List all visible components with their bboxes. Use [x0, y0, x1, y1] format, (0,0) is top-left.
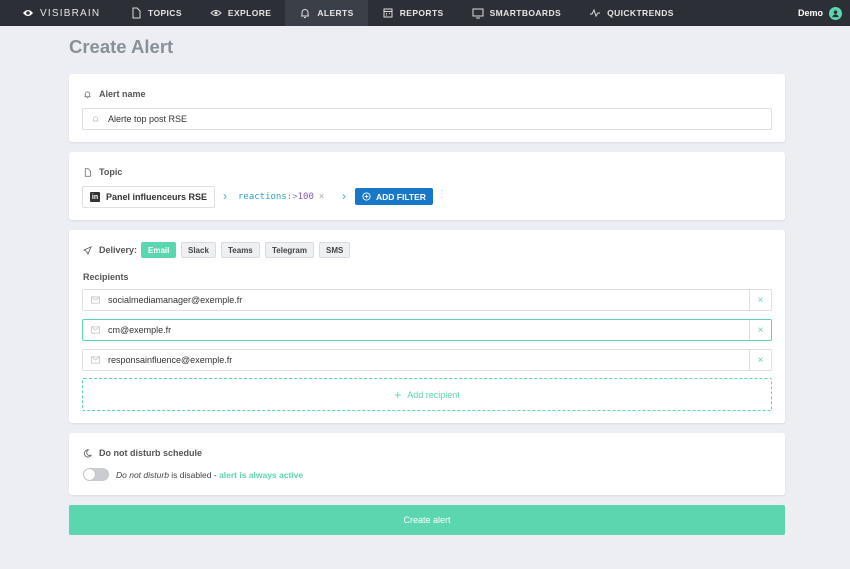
delivery-label: Delivery:: [99, 245, 138, 255]
delivery-slack-button[interactable]: Slack: [181, 242, 216, 258]
page-title: Create Alert: [69, 36, 174, 57]
topic-card: Topic in Panel influenceurs RSE › reacti…: [69, 152, 785, 220]
recipient-field-2[interactable]: cm@exemple.fr ×: [82, 319, 772, 341]
nav-smartboards[interactable]: SMARTBOARDS: [458, 0, 575, 26]
remove-recipient-button[interactable]: ×: [749, 290, 771, 310]
dnd-header: Do not disturb schedule: [83, 448, 202, 458]
plus-icon: +: [394, 387, 402, 402]
recipient-value: cm@exemple.fr: [108, 325, 172, 335]
alert-name-label: Alert name: [99, 89, 146, 99]
monitor-icon: [472, 8, 484, 19]
recipient-field-1[interactable]: socialmediamanager@exemple.fr ×: [82, 289, 772, 311]
filter-value: 100: [297, 192, 314, 202]
moon-icon: [83, 448, 92, 457]
nav-alerts[interactable]: ALERTS: [285, 0, 368, 26]
dnd-status-active: alert is always active: [219, 470, 304, 480]
filter-chip[interactable]: reactions :> 100 ×: [238, 192, 324, 202]
dnd-status-italic: Do not disturb: [116, 470, 169, 480]
remove-recipient-button[interactable]: ×: [749, 320, 771, 340]
recipients-label: Recipients: [83, 272, 129, 282]
filter-operator: :>: [286, 192, 298, 202]
nav-label: ALERTS: [317, 8, 354, 18]
delivery-sms-button[interactable]: SMS: [319, 242, 351, 258]
filter-key: reactions: [238, 192, 287, 202]
nav-label: SMARTBOARDS: [489, 8, 562, 18]
mail-icon: [91, 326, 100, 334]
add-recipient-button[interactable]: + Add recipient: [82, 378, 772, 411]
pulse-icon: [590, 8, 601, 18]
nav-label: REPORTS: [399, 8, 444, 18]
alert-name-card: Alert name Alerte top post RSE: [69, 74, 785, 142]
add-filter-label: ADD FILTER: [376, 191, 426, 202]
nav-explore[interactable]: EXPLORE: [196, 0, 285, 26]
recipient-field-3[interactable]: responsainfluence@exemple.fr ×: [82, 349, 772, 371]
brand-logo[interactable]: VISIBRAIN: [0, 8, 116, 19]
nav-label: QUICKTRENDS: [607, 8, 674, 18]
send-icon: [83, 245, 92, 255]
nav-quicktrends[interactable]: QUICKTRENDS: [575, 0, 688, 26]
nav-reports[interactable]: REPORTS: [368, 0, 458, 26]
nav-topics[interactable]: TOPICS: [116, 0, 196, 26]
alert-name-value: Alerte top post RSE: [108, 114, 188, 124]
document-icon: [132, 7, 141, 19]
dnd-status-text: Do not disturb is disabled - alert is al…: [116, 470, 303, 480]
user-name: Demo: [797, 8, 823, 18]
more-options-icon[interactable]: ⋮: [437, 189, 447, 200]
user-menu[interactable]: Demo: [798, 0, 842, 26]
dnd-toggle[interactable]: [83, 468, 109, 481]
top-navbar: VISIBRAIN TOPICS EXPLORE ALERTS REPORTS …: [0, 0, 850, 26]
recipient-value: responsainfluence@exemple.fr: [108, 355, 233, 365]
topic-label: Topic: [99, 167, 123, 177]
nav-label: EXPLORE: [227, 8, 272, 18]
remove-recipient-button[interactable]: ×: [749, 350, 771, 370]
filter-remove-button[interactable]: ×: [319, 192, 324, 202]
topic-selector[interactable]: in Panel influenceurs RSE: [82, 186, 216, 208]
mail-icon: [91, 296, 100, 304]
toggle-knob: [84, 469, 95, 480]
alert-name-header: Alert name: [83, 89, 146, 99]
chevron-right-icon: ›: [342, 189, 346, 203]
eye-logo-icon: [23, 10, 33, 16]
delivery-email-button[interactable]: Email: [141, 242, 177, 258]
alert-name-input[interactable]: Alerte top post RSE: [82, 108, 772, 130]
dnd-card: Do not disturb schedule Do not disturb i…: [69, 433, 785, 495]
bell-icon: [301, 9, 310, 18]
avatar-icon: [829, 6, 842, 20]
delivery-telegram-button[interactable]: Telegram: [265, 242, 314, 258]
calendar-icon: [383, 8, 393, 18]
linkedin-icon: in: [90, 192, 100, 202]
topic-header: Topic: [83, 167, 122, 177]
recipient-value: socialmediamanager@exemple.fr: [108, 295, 243, 305]
dnd-status-mid: is disabled -: [168, 470, 220, 480]
brand-name: VISIBRAIN: [40, 7, 101, 19]
delivery-header: Delivery:: [83, 245, 137, 255]
dnd-label: Do not disturb schedule: [99, 448, 203, 458]
bell-icon: [92, 116, 99, 122]
plus-circle-icon: [362, 192, 371, 201]
create-alert-button[interactable]: Create alert: [69, 505, 785, 535]
chevron-right-icon: ›: [223, 189, 227, 203]
bell-icon: [84, 91, 91, 98]
topic-panel-name: Panel influenceurs RSE: [106, 192, 208, 202]
add-filter-button[interactable]: ADD FILTER: [355, 188, 433, 205]
mail-icon: [91, 356, 100, 364]
delivery-teams-button[interactable]: Teams: [221, 242, 260, 258]
eye-icon: [210, 10, 222, 16]
nav-label: TOPICS: [148, 8, 182, 18]
document-icon: [84, 167, 91, 177]
delivery-card: Delivery: Email Slack Teams Telegram SMS…: [69, 230, 785, 423]
add-recipient-label: Add recipient: [407, 389, 460, 400]
